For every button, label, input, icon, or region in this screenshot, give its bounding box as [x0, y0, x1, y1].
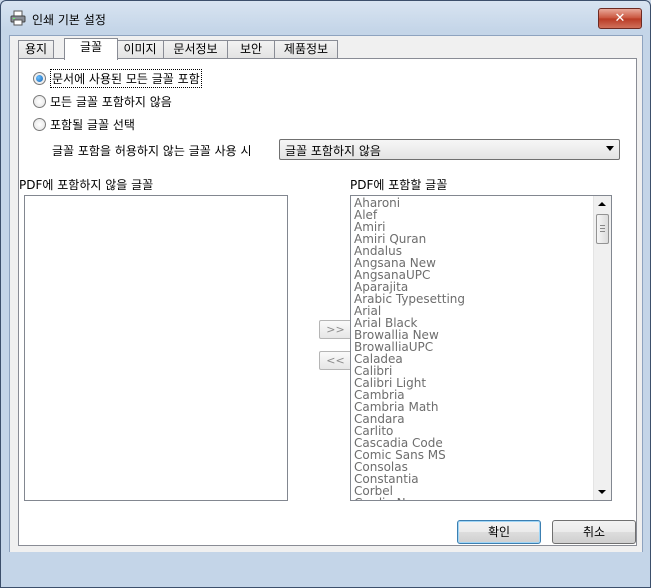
grip-line	[600, 228, 605, 229]
tab-image[interactable]: 이미지	[116, 40, 164, 58]
include-font-items: Aharoni Alef Amiri Amiri Quran Andalus Angsan…	[354, 197, 593, 500]
list-item[interactable]: Alef	[354, 209, 593, 221]
list-item[interactable]: Arabic Typesetting	[354, 293, 593, 305]
tab-security[interactable]: 보안	[227, 40, 275, 58]
list-item[interactable]: Cordia New	[354, 497, 593, 500]
radio-embed-none[interactable]: 모든 글꼴 포함하지 않음	[33, 93, 172, 109]
add-font-button[interactable]: >>	[319, 320, 352, 339]
chevron-down-icon	[606, 146, 614, 151]
tab-product-info[interactable]: 제품정보	[274, 40, 338, 58]
include-list-label: PDF에 포함할 글꼴	[350, 178, 448, 192]
tab-paper[interactable]: 용지	[18, 40, 54, 58]
remove-font-button[interactable]: <<	[319, 351, 352, 370]
grip-line	[600, 225, 605, 226]
ok-button[interactable]: 확인	[457, 520, 541, 544]
radio-button-checked[interactable]	[33, 71, 46, 85]
radio-select-fonts[interactable]: 포함될 글꼴 선택	[33, 116, 135, 132]
radio-embed-none-label: 모든 글꼴 포함하지 않음	[50, 94, 172, 109]
tab-font[interactable]: 글꼴	[64, 38, 118, 60]
cancel-button[interactable]: 취소	[552, 520, 636, 544]
scroll-thumb[interactable]	[596, 214, 609, 244]
printer-icon	[10, 10, 26, 26]
scroll-down-arrow-icon[interactable]	[598, 490, 606, 494]
radio-select-fonts-label: 포함될 글꼴 선택	[50, 117, 135, 132]
dropdown-value: 글꼴 포함하지 않음	[285, 144, 381, 158]
radio-button[interactable]	[33, 117, 46, 131]
exclude-list-label: PDF에 포함하지 않을 글꼴	[19, 178, 154, 192]
title-bar[interactable]: 인쇄 기본 설정 ✕	[1, 1, 650, 35]
radio-embed-all-label: 문서에 사용된 모든 글꼴 포함	[50, 68, 202, 88]
window-title: 인쇄 기본 설정	[32, 13, 106, 27]
include-font-list[interactable]: Aharoni Alef Amiri Amiri Quran Andalus Angsan…	[350, 195, 612, 501]
scroll-up-arrow-icon[interactable]	[598, 202, 606, 206]
list-scrollbar[interactable]	[593, 196, 611, 500]
radio-embed-all[interactable]: 문서에 사용된 모든 글꼴 포함	[33, 68, 202, 88]
non-embeddable-dropdown[interactable]: 글꼴 포함하지 않음	[279, 139, 620, 160]
tab-document-info[interactable]: 문서정보	[163, 40, 228, 58]
radio-button[interactable]	[33, 94, 46, 108]
close-button[interactable]: ✕	[598, 8, 642, 29]
print-preferences-window: 인쇄 기본 설정 ✕ 용지 글꼴 이미지 문서정보 보안 제품정보 문서에 사용…	[0, 0, 651, 588]
non-embeddable-label: 글꼴 포함을 허용하지 않는 글꼴 사용 시	[52, 144, 252, 158]
grip-line	[600, 231, 605, 232]
list-item[interactable]: Aharoni	[354, 197, 593, 209]
exclude-font-list[interactable]	[24, 195, 288, 501]
dialog-body: 용지 글꼴 이미지 문서정보 보안 제품정보 문서에 사용된 모든 글꼴 포함 …	[9, 35, 643, 552]
font-tab-panel: 문서에 사용된 모든 글꼴 포함 모든 글꼴 포함하지 않음 포함될 글꼴 선택…	[18, 58, 637, 546]
